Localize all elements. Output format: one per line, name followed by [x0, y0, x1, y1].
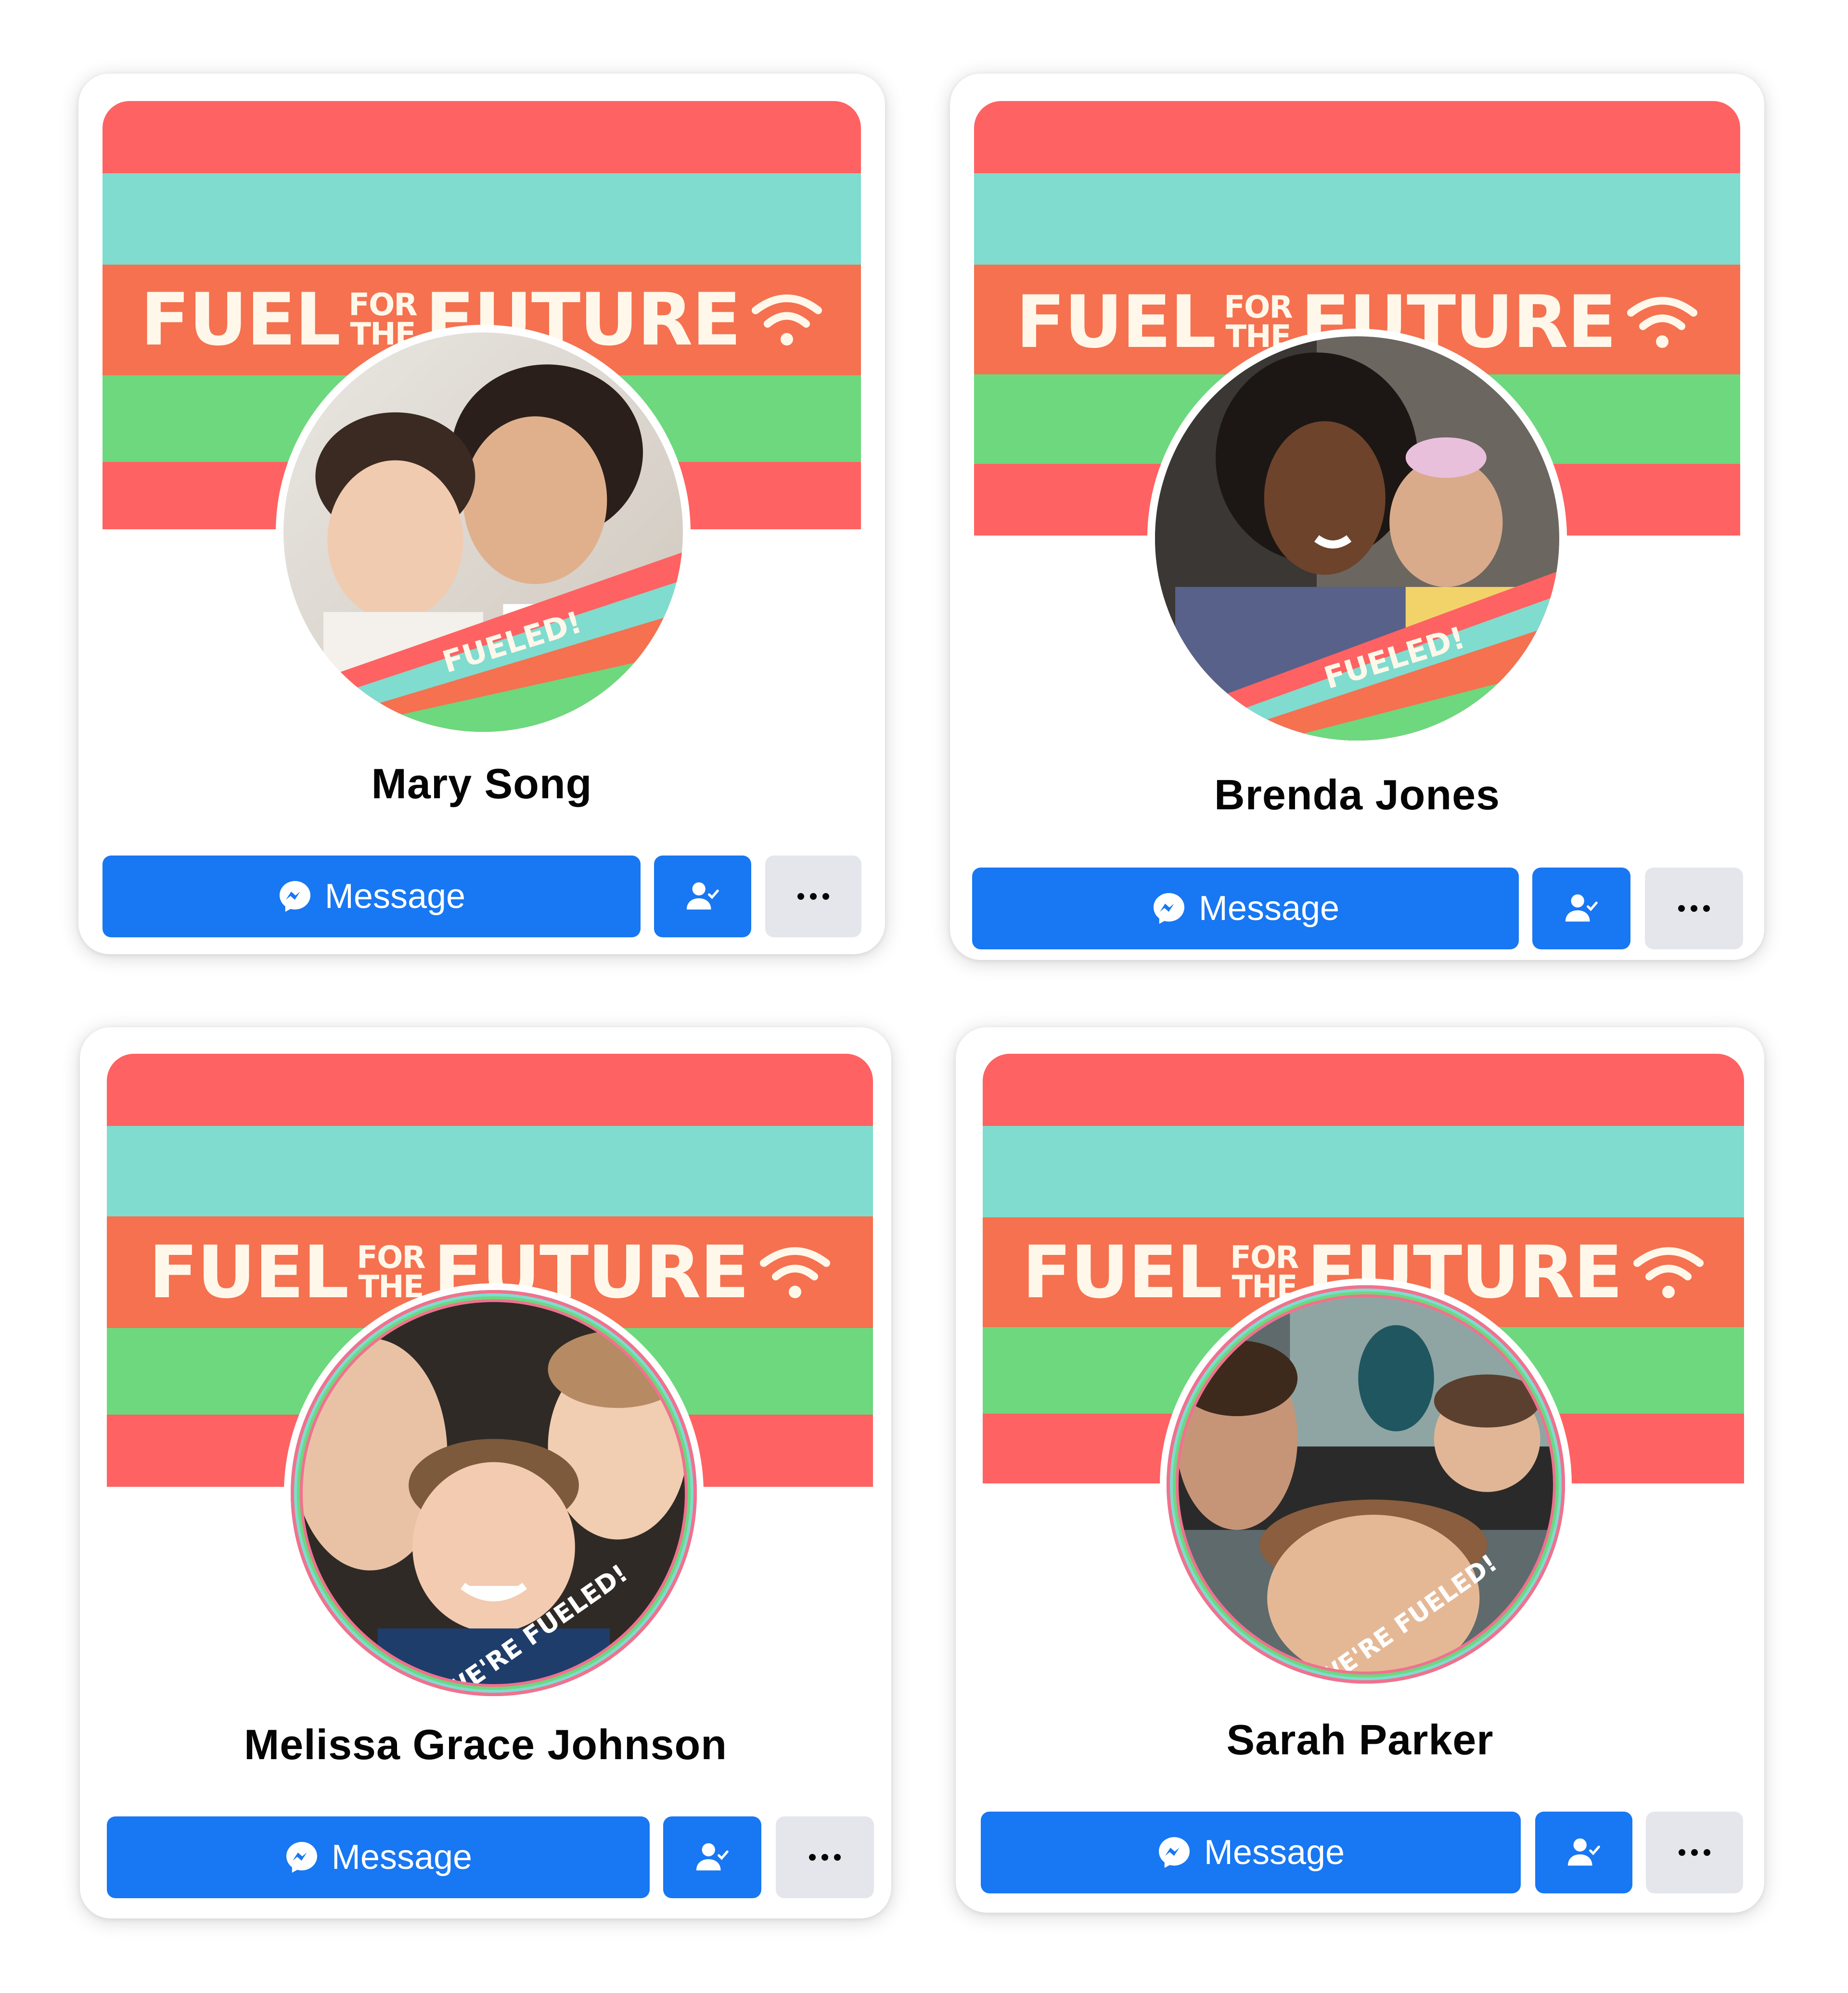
- more-dots-icon: [797, 893, 829, 900]
- profile-picture[interactable]: WE'RE FUELED!: [1160, 1278, 1572, 1690]
- more-options-button[interactable]: [1646, 1812, 1743, 1893]
- wifi-icon: [1633, 1247, 1704, 1298]
- messenger-icon: [1158, 1837, 1190, 1868]
- more-dots-icon: [809, 1854, 841, 1861]
- message-button[interactable]: Message: [972, 868, 1519, 949]
- message-label: Message: [331, 1838, 473, 1877]
- profile-picture[interactable]: FUELED!: [1147, 329, 1567, 748]
- profile-picture[interactable]: WE'RE FUELED!: [284, 1283, 704, 1703]
- more-dots-icon: [1678, 905, 1710, 912]
- wifi-icon: [1627, 297, 1698, 348]
- friends-check-icon: [696, 1843, 729, 1871]
- profile-picture[interactable]: FUELED!: [276, 325, 691, 740]
- profile-name[interactable]: Melissa Grace Johnson: [80, 1720, 891, 1769]
- message-button[interactable]: Message: [103, 856, 641, 937]
- more-dots-icon: [1679, 1849, 1710, 1856]
- friends-check-icon: [1567, 1838, 1600, 1866]
- profile-name[interactable]: Mary Song: [78, 759, 885, 808]
- friends-check-icon: [1565, 894, 1598, 922]
- wifi-icon: [752, 294, 822, 345]
- profile-card: FUEL FOR THE FUTURE WE'RE FUELED! Meliss…: [80, 1027, 891, 1918]
- more-options-button[interactable]: [776, 1816, 874, 1898]
- friends-button[interactable]: [1535, 1812, 1632, 1893]
- message-button[interactable]: Message: [981, 1812, 1521, 1893]
- messenger-icon: [286, 1842, 317, 1873]
- friends-button[interactable]: [663, 1816, 761, 1898]
- profile-card: FUEL FOR THE FUTURE WE'RE FUELED! Sarah …: [956, 1027, 1764, 1913]
- profile-name[interactable]: Brenda Jones: [950, 770, 1764, 819]
- friends-button[interactable]: [654, 856, 751, 937]
- message-label: Message: [1204, 1833, 1345, 1872]
- friends-button[interactable]: [1532, 868, 1630, 949]
- profile-card: FUEL FOR THE FUTURE: [950, 74, 1764, 960]
- profile-name[interactable]: Sarah Parker: [956, 1715, 1764, 1764]
- friends-check-icon: [686, 882, 719, 910]
- messenger-icon: [1153, 893, 1184, 924]
- message-label: Message: [1198, 889, 1340, 928]
- more-options-button[interactable]: [1645, 868, 1743, 949]
- message-button[interactable]: Message: [107, 1816, 650, 1898]
- message-label: Message: [324, 877, 466, 916]
- profile-card: FUEL FOR THE FUTURE: [78, 74, 885, 954]
- more-options-button[interactable]: [765, 856, 861, 937]
- wifi-icon: [760, 1247, 831, 1298]
- messenger-icon: [279, 881, 310, 912]
